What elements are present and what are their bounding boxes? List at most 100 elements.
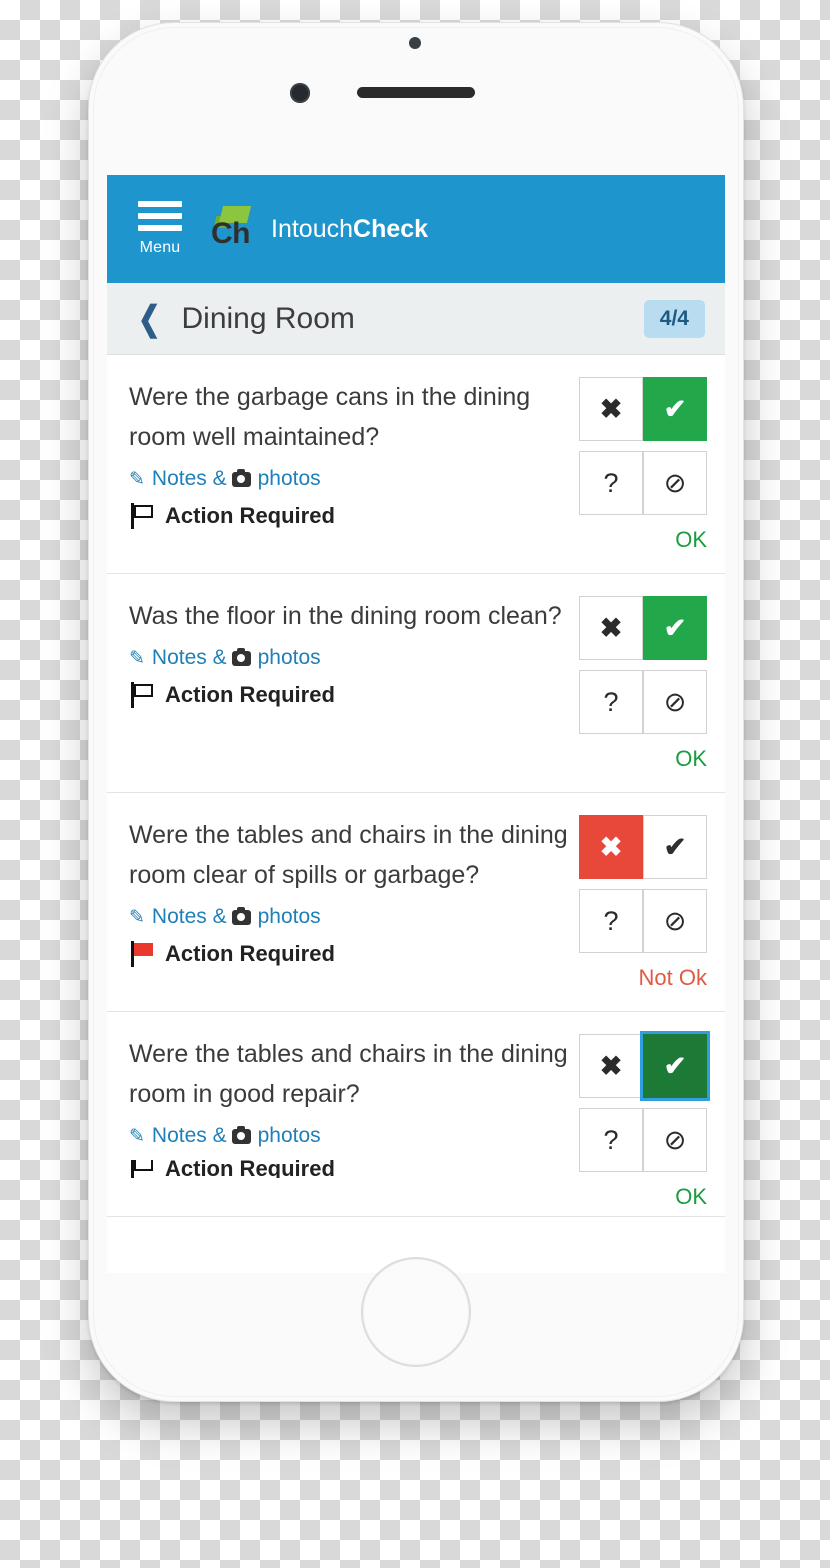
app-header: Menu Ch IntouchCheck xyxy=(107,175,725,283)
notes-link[interactable]: ✎ Notes & photos xyxy=(129,646,321,670)
camera-icon xyxy=(231,647,251,666)
answer-unknown-button[interactable]: ? xyxy=(579,1108,643,1172)
pencil-icon: ✎ xyxy=(129,647,145,669)
brand-mark-text: Ch xyxy=(211,217,251,250)
notes-and-photos-row[interactable]: ✎ Notes & photos xyxy=(129,1124,569,1148)
action-required-label: Action Required xyxy=(165,1160,335,1178)
answer-unknown-button[interactable]: ? xyxy=(579,889,643,953)
page-title: Dining Room xyxy=(181,301,355,335)
camera-icon xyxy=(231,468,251,487)
answer-yes-button[interactable]: ✔ xyxy=(643,377,707,441)
checklist-item: Was the floor in the dining room clean? … xyxy=(107,574,725,793)
answer-controls: ✖ ✔ ? ⊘ OK xyxy=(579,377,707,553)
flag-icon xyxy=(129,1160,155,1178)
pencil-icon: ✎ xyxy=(129,1125,145,1147)
notes-and-photos-row[interactable]: ✎ Notes & photos xyxy=(129,646,569,670)
answer-row-secondary: ? ⊘ xyxy=(579,670,707,734)
status-badge: Not Ok xyxy=(638,965,707,990)
completion-badge: 4/4 xyxy=(643,299,705,338)
notes-link[interactable]: ✎ Notes & photos xyxy=(129,1124,321,1148)
action-required-label: Action Required xyxy=(165,941,335,966)
checklist-item-content: Were the tables and chairs in the dining… xyxy=(129,815,579,991)
camera-icon xyxy=(231,906,251,925)
home-button[interactable] xyxy=(361,1257,471,1367)
brand-name-light: Intouch xyxy=(271,214,354,243)
answer-na-button[interactable]: ⊘ xyxy=(643,1108,707,1172)
question-text: Was the floor in the dining room clean? xyxy=(129,602,562,630)
phone-device: Menu Ch IntouchCheck ❮ Dining Room 4/4 W… xyxy=(88,22,744,1402)
answer-controls: ✖ ✔ ? ⊘ Not Ok xyxy=(579,815,707,991)
answer-controls: ✖ ✔ ? ⊘ OK xyxy=(579,596,707,772)
front-camera xyxy=(290,83,310,103)
phone-screen: Menu Ch IntouchCheck ❮ Dining Room 4/4 W… xyxy=(107,175,725,1273)
action-required-row[interactable]: Action Required xyxy=(129,503,569,529)
notes-and-photos-row[interactable]: ✎ Notes & photos xyxy=(129,467,569,491)
brand-name: IntouchCheck xyxy=(271,215,428,244)
photos-label: photos xyxy=(257,467,321,490)
menu-button[interactable]: Menu xyxy=(129,201,191,257)
checklist-item-content: Was the floor in the dining room clean? … xyxy=(129,596,579,772)
answer-yes-button[interactable]: ✔ xyxy=(643,596,707,660)
answer-row-primary: ✖ ✔ xyxy=(579,596,707,660)
status-badge: OK xyxy=(675,746,707,771)
photos-label: photos xyxy=(257,1124,321,1147)
answer-na-button[interactable]: ⊘ xyxy=(643,451,707,515)
checklist-item-content: Were the tables and chairs in the dining… xyxy=(129,1034,579,1210)
notes-label: Notes & xyxy=(151,905,227,928)
photos-label: photos xyxy=(257,646,321,669)
answer-row-primary: ✖ ✔ xyxy=(579,815,707,879)
notes-and-photos-row[interactable]: ✎ Notes & photos xyxy=(129,905,569,929)
answer-na-button[interactable]: ⊘ xyxy=(643,670,707,734)
intouchcheck-mark-icon: Ch xyxy=(211,206,257,252)
answer-yes-button[interactable]: ✔ xyxy=(643,1034,707,1098)
notes-label: Notes & xyxy=(151,646,227,669)
earpiece-speaker xyxy=(357,87,475,98)
answer-no-button[interactable]: ✖ xyxy=(579,1034,643,1098)
question-text: Were the garbage cans in the dining room… xyxy=(129,383,531,451)
notes-link[interactable]: ✎ Notes & photos xyxy=(129,467,321,491)
checklist-item-content: Were the garbage cans in the dining room… xyxy=(129,377,579,553)
action-required-label: Action Required xyxy=(165,682,335,707)
answer-no-button[interactable]: ✖ xyxy=(579,815,643,879)
action-required-row[interactable]: Action Required xyxy=(129,682,569,708)
answer-unknown-button[interactable]: ? xyxy=(579,451,643,515)
pencil-icon: ✎ xyxy=(129,906,145,928)
answer-row-secondary: ? ⊘ xyxy=(579,1108,707,1172)
answer-row-primary: ✖ ✔ xyxy=(579,1034,707,1098)
answer-na-button[interactable]: ⊘ xyxy=(643,889,707,953)
notes-label: Notes & xyxy=(151,467,227,490)
section-header: ❮ Dining Room 4/4 xyxy=(107,283,725,355)
answer-unknown-button[interactable]: ? xyxy=(579,670,643,734)
camera-icon xyxy=(231,1125,251,1144)
action-required-row[interactable]: Action Required xyxy=(129,1160,569,1178)
status-badge: OK xyxy=(675,527,707,552)
notes-link[interactable]: ✎ Notes & photos xyxy=(129,905,321,929)
pencil-icon: ✎ xyxy=(129,468,145,490)
brand-name-bold: Check xyxy=(353,214,429,243)
flag-icon xyxy=(129,682,155,708)
question-text: Were the tables and chairs in the dining… xyxy=(129,1040,568,1108)
answer-row-primary: ✖ ✔ xyxy=(579,377,707,441)
proximity-sensor xyxy=(409,37,421,49)
notes-label: Notes & xyxy=(151,1124,227,1147)
flag-icon xyxy=(129,941,155,967)
hamburger-icon xyxy=(138,201,182,237)
action-required-row[interactable]: Action Required xyxy=(129,941,569,967)
flag-icon xyxy=(129,503,155,529)
answer-no-button[interactable]: ✖ xyxy=(579,596,643,660)
answer-row-secondary: ? ⊘ xyxy=(579,451,707,515)
checklist-item: Were the tables and chairs in the dining… xyxy=(107,1012,725,1217)
menu-label: Menu xyxy=(139,239,181,256)
answer-row-secondary: ? ⊘ xyxy=(579,889,707,953)
question-text: Were the tables and chairs in the dining… xyxy=(129,821,568,889)
action-required-label: Action Required xyxy=(165,503,335,528)
checklist-item: Were the garbage cans in the dining room… xyxy=(107,355,725,574)
checklist-item: Were the tables and chairs in the dining… xyxy=(107,793,725,1012)
chevron-left-icon[interactable]: ❮ xyxy=(138,302,161,336)
answer-controls: ✖ ✔ ? ⊘ OK xyxy=(579,1034,707,1210)
photos-label: photos xyxy=(257,905,321,928)
status-badge: OK xyxy=(675,1184,707,1209)
brand-logo: Ch IntouchCheck xyxy=(211,206,428,252)
answer-yes-button[interactable]: ✔ xyxy=(643,815,707,879)
answer-no-button[interactable]: ✖ xyxy=(579,377,643,441)
